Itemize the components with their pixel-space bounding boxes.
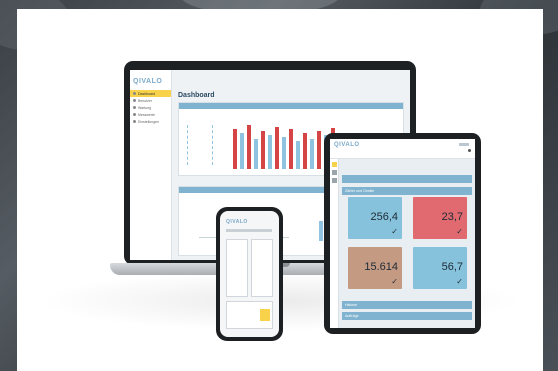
check-icon: ✓: [391, 277, 398, 286]
meter-tile[interactable]: 56,7 ✓: [413, 247, 467, 289]
chart-bar: [317, 131, 321, 169]
chart-bar: [275, 127, 279, 169]
phone-device: QIVALO: [216, 207, 283, 341]
gauge-icon: [133, 113, 136, 116]
sidebar-item-label: Wartung: [138, 105, 152, 110]
wrench-icon[interactable]: [332, 178, 337, 183]
sidebar-item-dashboard[interactable]: Dashboard: [130, 90, 171, 97]
phone-card[interactable]: [226, 239, 248, 297]
laptop-logo: QIVALO: [133, 78, 163, 85]
sidebar-item-benutzer[interactable]: Benutzer: [130, 97, 171, 104]
meter-tile[interactable]: 256,4 ✓: [348, 197, 402, 239]
panel-header: [179, 103, 403, 109]
chart-bar: [240, 133, 244, 169]
chart-bar: [303, 133, 307, 169]
chart-bar: [289, 129, 293, 169]
section-bar-history[interactable]: Historie: [342, 301, 472, 309]
tablet-device: QIVALO Zähler und Geräte 256,4 ✓ 23,7 ✓ …: [324, 133, 481, 334]
phone-card[interactable]: [251, 239, 273, 297]
sidebar-item-label: Benutzer: [138, 98, 153, 103]
meter-value: 56,7: [441, 261, 463, 273]
chart-bar: [254, 139, 258, 169]
phone-screen: QIVALO: [220, 211, 279, 337]
phone-subtitle: [226, 229, 272, 232]
chart-bar: [247, 125, 251, 169]
meter-value: 256,4: [370, 211, 398, 223]
sidebar-item-einstellungen[interactable]: Einstellungen: [130, 118, 171, 125]
chart-bar: [319, 221, 323, 241]
dashboard-icon[interactable]: [332, 162, 337, 167]
chart-bar: [233, 129, 237, 169]
meter-value: 23,7: [441, 211, 463, 223]
gear-icon: [133, 120, 136, 123]
meter-tile[interactable]: 15.614 ✓: [348, 247, 402, 289]
laptop-sidebar: QIVALO Dashboard Benutzer Wartung Messwe…: [130, 70, 172, 260]
wrench-icon: [133, 106, 136, 109]
check-icon: ✓: [391, 227, 398, 236]
chart-bar: [310, 139, 314, 169]
sidebar-item-messwerte[interactable]: Messwerte: [130, 111, 171, 118]
section-bar-orders[interactable]: Aufträge: [342, 312, 472, 320]
section-bar: [342, 175, 472, 183]
user-icon[interactable]: [332, 170, 337, 175]
check-icon: ✓: [456, 227, 463, 236]
phone-logo: QIVALO: [226, 219, 248, 225]
chart-bar: [296, 141, 300, 169]
tablet-screen: QIVALO Zähler und Geräte 256,4 ✓ 23,7 ✓ …: [330, 139, 475, 328]
sidebar-item-label: Dashboard: [138, 91, 156, 96]
tablet-sidebar: [330, 159, 339, 328]
chart-bar: [268, 135, 272, 169]
meter-tile[interactable]: 23,7 ✓: [413, 197, 467, 239]
sidebar-item-wartung[interactable]: Wartung: [130, 104, 171, 111]
section-bar-meters[interactable]: Zähler und Geräte: [342, 187, 472, 195]
chart-bar: [282, 137, 286, 169]
sidebar-item-label: Messwerte: [138, 112, 155, 117]
phone-highlight: [260, 309, 270, 321]
tablet-logo: QIVALO: [334, 142, 360, 148]
user-info: [459, 143, 469, 146]
summary-widget: [187, 125, 213, 165]
check-icon: ✓: [456, 277, 463, 286]
product-canvas: QIVALO Dashboard Benutzer Wartung Messwe…: [17, 9, 543, 371]
chart-bar: [261, 131, 265, 169]
sidebar-item-label: Einstellungen: [138, 119, 160, 124]
user-icon: [133, 99, 136, 102]
page-title: Dashboard: [178, 92, 215, 99]
gear-icon[interactable]: [468, 149, 471, 152]
tablet-header: QIVALO: [330, 139, 475, 159]
meter-value: 15.614: [364, 261, 398, 273]
dashboard-icon: [133, 92, 136, 95]
